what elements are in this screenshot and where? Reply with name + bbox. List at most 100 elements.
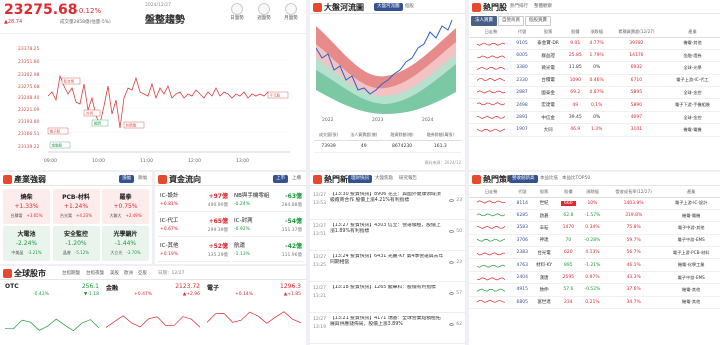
- table-row[interactable]: 8114 世紀 660 10% 1403.9% 電子上游-IC-設計: [469, 197, 720, 210]
- industry-card[interactable]: 羅拳 +0.75% 大聯大 +2.49%: [102, 189, 149, 224]
- stock-name[interactable]: 微光電: [531, 61, 566, 75]
- stock-tab[interactable]: 個股: [402, 3, 417, 11]
- stock-name[interactable]: 致伸: [531, 283, 557, 297]
- table-row[interactable]: 6285 啟碁 62.8 -1.57% 319.8% 機電-電機: [469, 209, 720, 223]
- stock-code[interactable]: 6805: [513, 296, 532, 310]
- stock-code[interactable]: 2498: [513, 98, 532, 112]
- global-tab[interactable]: 歐洲: [124, 270, 133, 276]
- rise-button[interactable]: 漲幅: [119, 175, 134, 183]
- flow-card[interactable]: IC-代工 +65億 +0.67% 299.39億: [158, 214, 230, 237]
- stock-code[interactable]: 8114: [513, 197, 532, 210]
- news-headline[interactable]: 【13:18 投資快訊】1265 龍華科：股價有利指標: [330, 285, 444, 305]
- subtab[interactable]: 法人買賣: [471, 16, 497, 26]
- global-tab[interactable]: 台指期盤: [62, 270, 80, 276]
- flow-card[interactable]: IC-封測 -54億 -0.92% 151.37億: [232, 214, 304, 237]
- table-row[interactable]: 2404 漢唐 2595 0.97% 43.3% 電子中游-EMS: [469, 271, 720, 285]
- industry-card[interactable]: 大電池 -2.24% 中美晶 -3.21%: [3, 226, 50, 261]
- stock-name[interactable]: 啟碁: [531, 209, 557, 223]
- subtab[interactable]: 個股買賣: [525, 16, 551, 26]
- global-tab[interactable]: 美股: [110, 270, 119, 276]
- stock-name[interactable]: 台積電: [531, 74, 566, 88]
- stock-name[interactable]: 群益證: [531, 49, 566, 63]
- stock-code[interactable]: 3380: [513, 61, 532, 75]
- stock-name[interactable]: 富世達: [531, 296, 557, 310]
- news-headline[interactable]: 【13:24 投資快訊】6431 光麗-KY 第4季營運與去年同期相當: [330, 254, 444, 274]
- news-headline[interactable]: 【13:21 投資快訊】4171 瑞基：全球營業點積極拓展與供應鏈佈局，股價上漲…: [330, 316, 444, 336]
- stock-code[interactable]: 2891: [513, 111, 532, 125]
- stock-code[interactable]: 2887: [513, 86, 532, 100]
- stock-code[interactable]: 2383: [513, 246, 532, 260]
- table-row[interactable]: 2498 宏達電 49 0.1% 5890 電子下游-手機組裝: [469, 98, 720, 112]
- table-row[interactable]: 6805 富世達 234 0.21% 34.7% 機電-其他: [469, 296, 720, 310]
- table-row[interactable]: 2891 中信金 39.45 0% 4097 全球-金控: [469, 111, 720, 125]
- table-row[interactable]: 2330 台積電 1090 0.46% 6710 電子上游-IC-代工: [469, 74, 720, 88]
- news-tab[interactable]: 理財快訊: [348, 175, 372, 183]
- stock-name[interactable]: 辛耘: [531, 221, 557, 235]
- stock-code[interactable]: 3706: [513, 234, 532, 248]
- table-row[interactable]: 1907 大同 46.9 1.3% 3101 機電-電機: [469, 123, 720, 137]
- table-row[interactable]: 6005 群益證 25.85 1.79% 14176 金融-證券: [469, 49, 720, 63]
- stock-code[interactable]: 3583: [513, 221, 532, 235]
- stock-code[interactable]: 1907: [513, 123, 532, 137]
- stock-name[interactable]: 漢唐: [531, 271, 557, 285]
- trend-option-week[interactable]: 週盤勢: [254, 3, 274, 21]
- table-row[interactable]: 9105 泰金寶-DR 9.01 4.77% 39782 機電-其他: [469, 37, 720, 50]
- industry-card[interactable]: PCB-材料 +1.24% 台光電 +4.23%: [52, 189, 100, 224]
- hotstock-tab[interactable]: 整體觀察: [531, 3, 555, 11]
- news-item[interactable]: 12/27 13:19 【13:21 投資快訊】4171 瑞基：全球營業點積極拓展與…: [310, 314, 465, 344]
- table-row[interactable]: 3380 微光電 11.85 0% 6932 全球-光學: [469, 61, 720, 75]
- industry-card[interactable]: 燒柴 +1.33% 台積電 +3.65%: [3, 189, 50, 224]
- strategy-tab[interactable]: 營收創新高: [509, 175, 538, 183]
- industry-card[interactable]: 光學鏡片 -1.44% 大立光 -3.70%: [102, 226, 149, 261]
- news-item[interactable]: 12/27 13:53 【13:30 投資快訊】8906 花王：與國外健康領域頂級廠…: [310, 190, 465, 220]
- stock-code[interactable]: 2404: [513, 271, 532, 285]
- strategy-tab[interactable]: 本益比低: [537, 175, 561, 183]
- table-row[interactable]: 3706 神達 70 -0.28% 59.7% 電子中游-EMS: [469, 234, 720, 248]
- stock-name[interactable]: 大同: [531, 123, 566, 137]
- global-tab[interactable]: 台指夜盤: [86, 270, 104, 276]
- stock-code[interactable]: 4763: [513, 258, 532, 272]
- news-item[interactable]: 12/27 13:51 【13:27 投資快訊】4303 信立：營運積極，股價上漲1…: [310, 221, 465, 251]
- news-item[interactable]: 12/27 13:25 【13:24 投資快訊】6431 光麗-KY 第4季營運與去…: [310, 252, 465, 282]
- hotstock-tab[interactable]: 熱門排行: [507, 3, 531, 11]
- flow-card[interactable]: 航運 -42億 -1.13% 111.96億: [232, 239, 304, 262]
- fall-button[interactable]: 跌幅: [135, 175, 150, 183]
- news-item[interactable]: 12/27 13:21 【13:18 投資快訊】1265 龍華科：股價有利指標 57: [310, 283, 465, 313]
- global-tab[interactable]: 亞股: [138, 270, 147, 276]
- table-row[interactable]: 2887 國泰金 69.2 0.87% 5895 全球-金控: [469, 86, 720, 100]
- trend-option-day[interactable]: 日盤勢: [227, 3, 247, 21]
- table-row[interactable]: 4915 致伸 57.6 -0.52% 37.6% 機電-其他: [469, 283, 720, 297]
- flow-card[interactable]: IC-設計 +97億 +0.81% 490.90億: [158, 189, 230, 212]
- stock-code[interactable]: 6285: [513, 209, 532, 223]
- news-tab[interactable]: 研究報告: [396, 175, 420, 183]
- market-card[interactable]: 電子 1296.3 +0.14% ▲+1.85: [205, 282, 303, 342]
- flow-card[interactable]: NB與手機零組 -63億 -0.24% 284.88億: [232, 189, 304, 212]
- river-tab[interactable]: 大盤河流圖: [374, 3, 403, 11]
- table-row[interactable]: 4763 材料-KY 895 -1.21% 46.1% 機電-化學工業: [469, 258, 720, 272]
- news-tab[interactable]: 大盤焦點: [372, 175, 396, 183]
- stock-code[interactable]: 9105: [513, 37, 532, 50]
- stock-name[interactable]: 神達: [531, 234, 557, 248]
- news-headline[interactable]: 【13:30 投資快訊】8906 花王：與國外健康領域頂級廠商合作 股價上漲4.…: [330, 192, 444, 212]
- trend-option-month[interactable]: 月盤勢: [281, 3, 301, 21]
- stock-code[interactable]: 6005: [513, 49, 532, 63]
- table-row[interactable]: 3583 辛耘 1470 0.34% 75.8% 電子中游-其他: [469, 221, 720, 235]
- stock-name[interactable]: 世紀: [531, 197, 557, 210]
- strategy-tab[interactable]: 本益比TOP50: [559, 175, 593, 183]
- otc-button[interactable]: 上櫃: [289, 175, 304, 183]
- market-card[interactable]: OTC 256.1 -0.43% ▼-1.18: [3, 282, 101, 342]
- stock-name[interactable]: 宏達電: [531, 98, 566, 112]
- stock-code[interactable]: 4915: [513, 283, 532, 297]
- market-card[interactable]: 金融 2123.72 +0.47% ▲+2.96: [104, 282, 202, 342]
- subtab[interactable]: 自營商買: [498, 16, 524, 26]
- stock-name[interactable]: 材料-KY: [531, 258, 557, 272]
- industry-card[interactable]: 安全監控 -1.20% 晶睿 -5.12%: [52, 226, 100, 261]
- stock-code[interactable]: 2330: [513, 74, 532, 88]
- listed-button[interactable]: 上市: [273, 175, 288, 183]
- stock-name[interactable]: 泰金寶-DR: [531, 37, 566, 50]
- stock-name[interactable]: 中信金: [531, 111, 566, 125]
- news-headline[interactable]: 【13:27 投資快訊】4303 信立：營運積極，股價上漲1.89%有利指標: [330, 223, 444, 243]
- flow-card[interactable]: IC-其他 +52億 +0.19% 135.29億: [158, 239, 230, 262]
- stock-name[interactable]: 國泰金: [531, 86, 566, 100]
- stock-name[interactable]: 台光電: [531, 246, 557, 260]
